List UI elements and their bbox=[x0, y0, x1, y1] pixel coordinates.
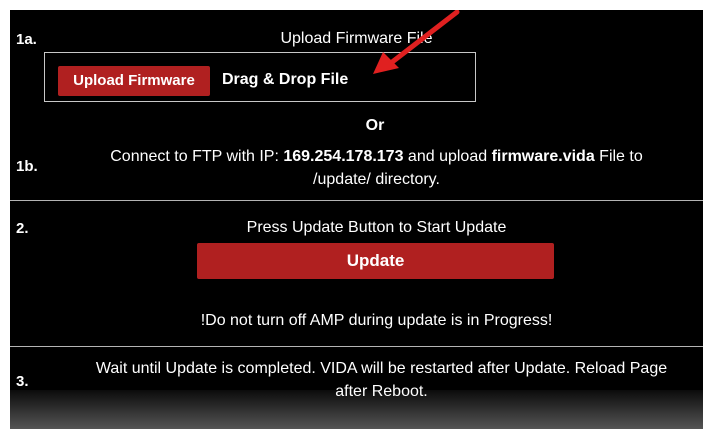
ftp-text-suffix: File to bbox=[594, 148, 643, 165]
reboot-instruction-line2: after Reboot. bbox=[335, 383, 428, 400]
update-warning: !Do not turn off AMP during update is in… bbox=[200, 312, 553, 329]
upload-firmware-title: Upload Firmware File bbox=[280, 30, 433, 47]
divider-1 bbox=[10, 200, 703, 201]
reboot-instruction-line1: Wait until Update is completed. VIDA wil… bbox=[95, 360, 668, 377]
upload-firmware-button[interactable]: Upload Firmware bbox=[58, 66, 210, 96]
ftp-instruction-line2: /update/ directory. bbox=[313, 171, 440, 188]
ftp-instruction-line1: Connect to FTP with IP: 169.254.178.173 … bbox=[10, 145, 703, 168]
ftp-text-prefix: Connect to FTP with IP: bbox=[110, 148, 284, 165]
red-arrow-icon bbox=[373, 10, 460, 74]
drag-drop-label: Drag & Drop File bbox=[222, 71, 349, 88]
ftp-ip-address: 169.254.178.173 bbox=[283, 148, 404, 165]
or-label: Or bbox=[365, 117, 385, 134]
divider-2 bbox=[10, 346, 703, 347]
firmware-filename: firmware.vida bbox=[491, 148, 595, 165]
ftp-instruction: Connect to FTP with IP: 169.254.178.173 … bbox=[10, 145, 703, 191]
reboot-instruction: Wait until Update is completed. VIDA wil… bbox=[10, 357, 703, 403]
ftp-text-mid: and upload bbox=[403, 148, 492, 165]
update-button[interactable]: Update bbox=[197, 243, 554, 279]
update-instruction: Press Update Button to Start Update bbox=[246, 219, 507, 236]
firmware-update-panel: 1a. Upload Firmware File Upload Firmware… bbox=[10, 10, 703, 429]
